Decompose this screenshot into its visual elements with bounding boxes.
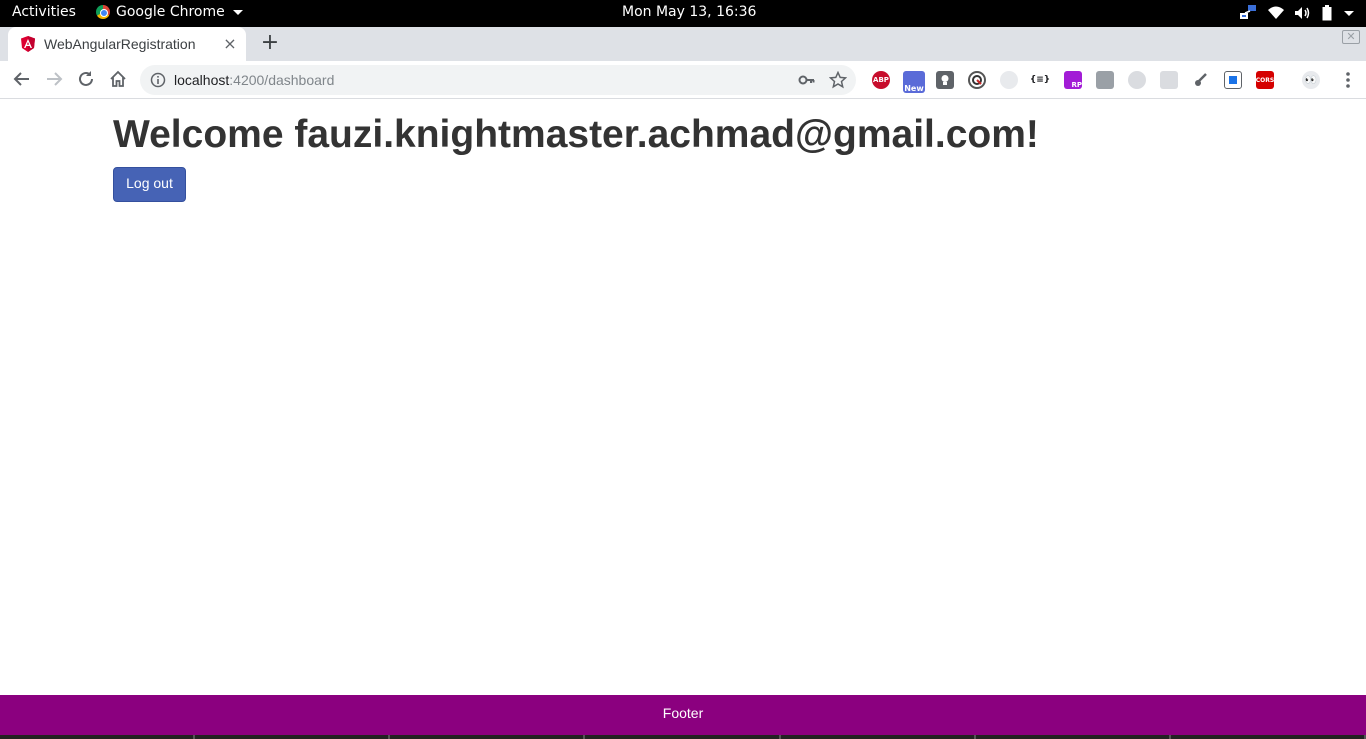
logout-button[interactable]: Log out xyxy=(113,167,186,202)
json-viewer-icon[interactable]: {≡} xyxy=(1030,71,1050,89)
app-menu[interactable]: Google Chrome xyxy=(96,4,243,20)
info-icon[interactable] xyxy=(150,72,166,88)
activities-button[interactable]: Activities xyxy=(12,4,76,20)
url-host: localhost xyxy=(174,72,230,88)
browser-toolbar: localhost:4200/dashboard ABP New {≡} RP … xyxy=(0,61,1366,99)
app-menu-label: Google Chrome xyxy=(116,4,225,20)
tab-webangularregistration[interactable]: WebAngularRegistration × xyxy=(8,27,246,61)
more-vertical-icon[interactable] xyxy=(1346,71,1350,89)
network-manager-icon[interactable] xyxy=(1238,4,1258,22)
reload-icon[interactable] xyxy=(76,69,96,89)
angular-favicon-icon xyxy=(21,36,35,52)
sync-extension-icon[interactable] xyxy=(968,71,986,89)
sync-icon xyxy=(972,75,982,85)
back-arrow-icon[interactable] xyxy=(12,69,32,89)
u-extension-icon[interactable] xyxy=(1128,71,1146,89)
footer-text: Footer xyxy=(662,705,704,721)
star-icon[interactable] xyxy=(829,71,847,89)
url-text[interactable]: localhost:4200/dashboard xyxy=(174,72,334,88)
forward-arrow-icon[interactable] xyxy=(44,69,64,89)
grid-extension-icon[interactable] xyxy=(1000,71,1018,89)
media-extension-icon[interactable] xyxy=(1160,71,1178,89)
url-path: :4200/dashboard xyxy=(229,72,335,88)
lightbulb-extension-icon[interactable] xyxy=(936,71,954,89)
lightbulb-icon xyxy=(941,75,949,85)
window-close-icon[interactable]: ✕ xyxy=(1342,30,1360,44)
new-badge-extension-icon[interactable]: New xyxy=(903,71,925,93)
welcome-heading: Welcome fauzi.knightmaster.achmad@gmail.… xyxy=(113,113,1039,157)
address-bar[interactable]: localhost:4200/dashboard xyxy=(140,65,856,95)
adblock-plus-icon[interactable]: ABP xyxy=(872,71,890,89)
rp-extension-icon[interactable]: RP xyxy=(1064,71,1082,89)
user-email: fauzi.knightmaster.achmad@gmail.com! xyxy=(294,113,1039,156)
brush-icon xyxy=(1195,73,1207,86)
profile-avatar-icon[interactable]: 👀 xyxy=(1302,71,1320,89)
tab-title: WebAngularRegistration xyxy=(44,36,196,52)
page-content: Welcome fauzi.knightmaster.achmad@gmail.… xyxy=(0,99,1366,695)
welcome-prefix: Welcome xyxy=(113,113,295,156)
chevron-down-icon xyxy=(232,9,243,15)
cors-extension-icon[interactable]: CORS xyxy=(1256,71,1274,89)
key-icon[interactable] xyxy=(798,72,816,88)
chrome-icon xyxy=(96,5,110,19)
system-menu-chevron-icon[interactable] xyxy=(1344,10,1354,16)
home-icon[interactable] xyxy=(108,69,128,89)
system-top-bar: Activities Google Chrome Mon May 13, 16:… xyxy=(0,0,1366,27)
volume-icon xyxy=(1294,6,1312,20)
doc-extension-icon[interactable] xyxy=(1224,71,1242,89)
document-icon xyxy=(1229,76,1237,84)
puzzle-extension-icon[interactable] xyxy=(1096,71,1114,89)
system-tray[interactable] xyxy=(1238,4,1354,22)
wifi-icon xyxy=(1268,6,1284,20)
brush-extension-icon[interactable] xyxy=(1192,71,1210,89)
clock[interactable]: Mon May 13, 16:36 xyxy=(622,4,756,20)
tab-strip: WebAngularRegistration × + ✕ xyxy=(0,27,1366,61)
taskbar-strip xyxy=(0,735,1366,739)
page-footer: Footer xyxy=(0,695,1366,739)
new-tab-button[interactable]: + xyxy=(259,32,281,54)
tab-close-icon[interactable]: × xyxy=(222,36,238,52)
battery-icon xyxy=(1322,5,1332,21)
